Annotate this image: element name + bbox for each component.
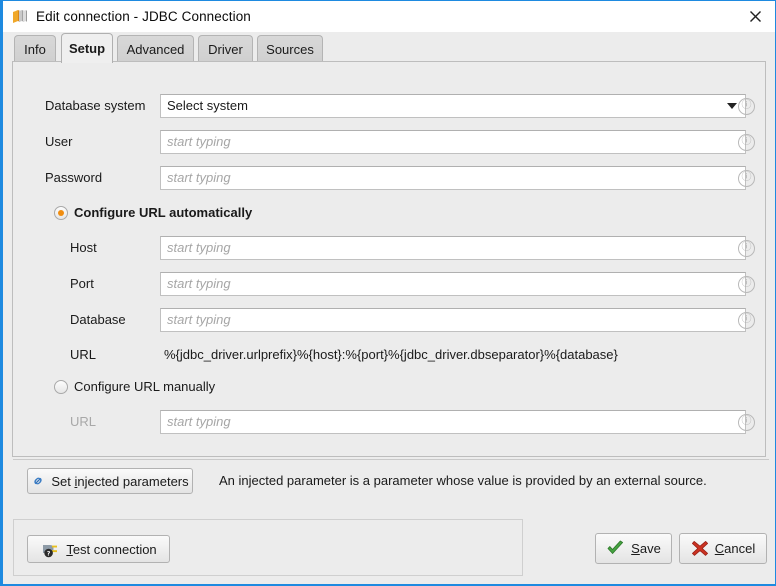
url-auto-label: URL [70,343,96,367]
window-title: Edit connection - JDBC Connection [36,9,251,24]
svg-text:?: ? [47,550,51,557]
close-button[interactable] [735,1,775,32]
database-system-value: Select system [167,98,248,113]
url-auto-value: %{jdbc_driver.urlprefix}%{host}:%{port}%… [164,343,618,367]
row-url-auto: URL %{jdbc_driver.urlprefix}%{host}:%{po… [13,343,765,367]
label-post: ave [640,541,661,556]
divider [13,459,769,460]
database-label: Database [70,308,126,332]
host-label: Host [70,236,97,260]
configure-url-automatically-radio[interactable]: Configure URL automatically [54,205,252,220]
label-mnemonic: S [631,541,640,556]
info-icon[interactable]: ⓘ [738,240,755,257]
info-icon[interactable]: ⓘ [738,414,755,431]
port-input[interactable]: start typing [160,272,746,296]
row-host: Host start typing ⓘ [13,236,765,260]
label-mnemonic: C [715,541,724,556]
cancel-label: Cancel [715,541,755,556]
radio-indicator [54,206,68,220]
test-connection-label: Test connection [66,542,156,557]
user-input[interactable]: start typing [160,130,746,154]
red-cross-icon [691,540,709,557]
save-button[interactable]: Save [595,533,672,564]
configure-url-manually-radio[interactable]: Configure URL manually [54,379,215,394]
tab-setup[interactable]: Setup [61,33,113,63]
configure-url-automatically-label: Configure URL automatically [74,205,252,220]
row-database-system: Database system Select system ⓘ [13,94,765,118]
save-label: Save [631,541,661,556]
info-icon[interactable]: ⓘ [738,276,755,293]
setup-tab-panel: Database system Select system ⓘ User sta… [12,61,766,457]
edit-connection-dialog: Edit connection - JDBC Connection Info S… [0,0,776,586]
label-post: njected parameters [77,474,188,489]
tab-label: Info [24,42,46,57]
info-icon[interactable]: ⓘ [738,98,755,115]
cancel-button[interactable]: Cancel [679,533,767,564]
green-check-icon [606,540,625,557]
tab-label: Advanced [127,42,185,57]
row-password: Password start typing ⓘ [13,166,765,190]
title-bar: Edit connection - JDBC Connection [3,1,775,32]
label-post: est connection [73,542,157,557]
link-chain-icon [31,474,45,488]
row-user: User start typing ⓘ [13,130,765,154]
info-icon[interactable]: ⓘ [738,170,755,187]
user-label: User [45,130,72,154]
row-url-manual: URL start typing ⓘ [13,410,765,434]
plug-question-icon: ? [40,540,60,558]
database-system-select[interactable]: Select system [160,94,746,118]
label-post: ancel [724,541,755,556]
url-manual-input[interactable]: start typing [160,410,746,434]
row-port: Port start typing ⓘ [13,272,765,296]
tab-advanced[interactable]: Advanced [117,35,194,63]
set-injected-parameters-label: Set injected parameters [51,474,188,489]
tab-info[interactable]: Info [14,35,56,63]
books-stack-icon [11,8,29,26]
password-label: Password [45,166,102,190]
info-icon[interactable]: ⓘ [738,312,755,329]
url-manual-label: URL [70,410,96,434]
radio-indicator [54,380,68,394]
test-connection-button[interactable]: ? Test connection [27,535,170,563]
database-input[interactable]: start typing [160,308,746,332]
injected-parameters-hint: An injected parameter is a parameter who… [219,469,707,493]
tab-label: Driver [208,42,243,57]
port-label: Port [70,272,94,296]
test-connection-box: ? Test connection [13,519,523,576]
tab-driver[interactable]: Driver [198,35,253,63]
tab-label: Setup [69,41,105,56]
row-database: Database start typing ⓘ [13,308,765,332]
host-input[interactable]: start typing [160,236,746,260]
label-pre: Set [51,474,74,489]
info-icon[interactable]: ⓘ [738,134,755,151]
configure-url-manually-label: Configure URL manually [74,379,215,394]
tab-sources[interactable]: Sources [257,35,323,63]
tab-strip: Info Setup Advanced Driver Sources [3,32,775,63]
password-input[interactable]: start typing [160,166,746,190]
tab-label: Sources [266,42,314,57]
set-injected-parameters-button[interactable]: Set injected parameters [27,468,193,494]
database-system-label: Database system [45,94,145,118]
